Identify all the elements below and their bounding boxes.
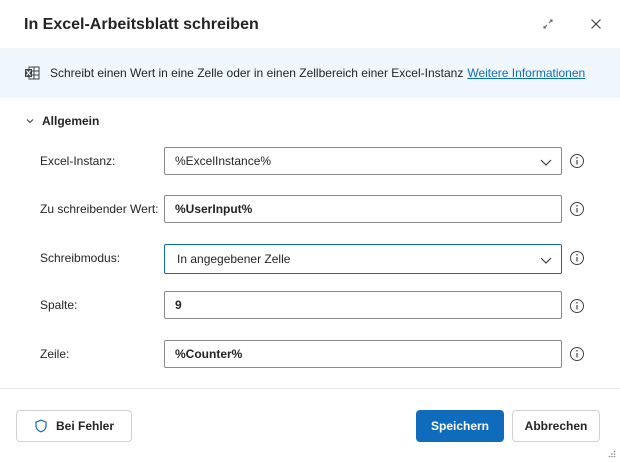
section-general-toggle[interactable]: Allgemein: [24, 114, 99, 128]
column-input[interactable]: 9: [164, 291, 562, 319]
close-button[interactable]: [586, 14, 606, 34]
row-input[interactable]: %Counter%: [164, 340, 562, 368]
value-to-write-label: Zu schreibender Wert:: [40, 202, 159, 216]
row-label: Zeile:: [40, 347, 70, 361]
more-info-link[interactable]: Weitere Informationen: [467, 66, 585, 80]
excel-icon: [24, 65, 40, 81]
info-description: Schreibt einen Wert in eine Zelle oder i…: [50, 66, 464, 80]
expand-button[interactable]: [538, 14, 558, 34]
info-icon[interactable]: [569, 298, 585, 314]
resize-grip-icon[interactable]: [608, 450, 616, 458]
save-button[interactable]: Speichern: [416, 410, 504, 442]
value-to-write-value: %UserInput%: [175, 202, 253, 216]
chevron-down-icon: [24, 115, 36, 127]
column-label: Spalte:: [40, 298, 78, 312]
footer-divider: [0, 388, 620, 389]
section-label: Allgemein: [42, 114, 100, 128]
info-icon[interactable]: [569, 346, 585, 362]
action-dialog: In Excel-Arbeitsblatt schreiben Schreibt…: [0, 0, 620, 462]
value-to-write-input[interactable]: %UserInput%: [164, 195, 562, 223]
on-error-label: Bei Fehler: [55, 419, 115, 433]
close-icon: [591, 19, 601, 29]
column-value: 9: [175, 298, 182, 312]
info-icon[interactable]: [569, 250, 585, 266]
chevron-down-icon: [539, 155, 553, 169]
cancel-button[interactable]: Abbrechen: [512, 410, 600, 442]
info-bar: Schreibt einen Wert in eine Zelle oder i…: [0, 48, 620, 98]
write-mode-select[interactable]: In angegebener Zelle: [164, 244, 562, 274]
shield-icon: [34, 419, 48, 433]
on-error-button[interactable]: Bei Fehler: [16, 410, 132, 442]
excel-instance-label: Excel-Instanz:: [40, 154, 116, 168]
chevron-down-icon: [539, 253, 553, 267]
write-mode-value: In angegebener Zelle: [177, 252, 291, 266]
expand-icon: [543, 19, 553, 29]
row-value: %Counter%: [175, 347, 243, 361]
excel-instance-select[interactable]: %ExcelInstance%: [164, 147, 562, 175]
excel-instance-value: %ExcelInstance%: [175, 154, 272, 168]
dialog-title: In Excel-Arbeitsblatt schreiben: [24, 16, 259, 33]
info-icon[interactable]: [569, 201, 585, 217]
write-mode-label: Schreibmodus:: [40, 251, 121, 265]
info-icon[interactable]: [569, 153, 585, 169]
